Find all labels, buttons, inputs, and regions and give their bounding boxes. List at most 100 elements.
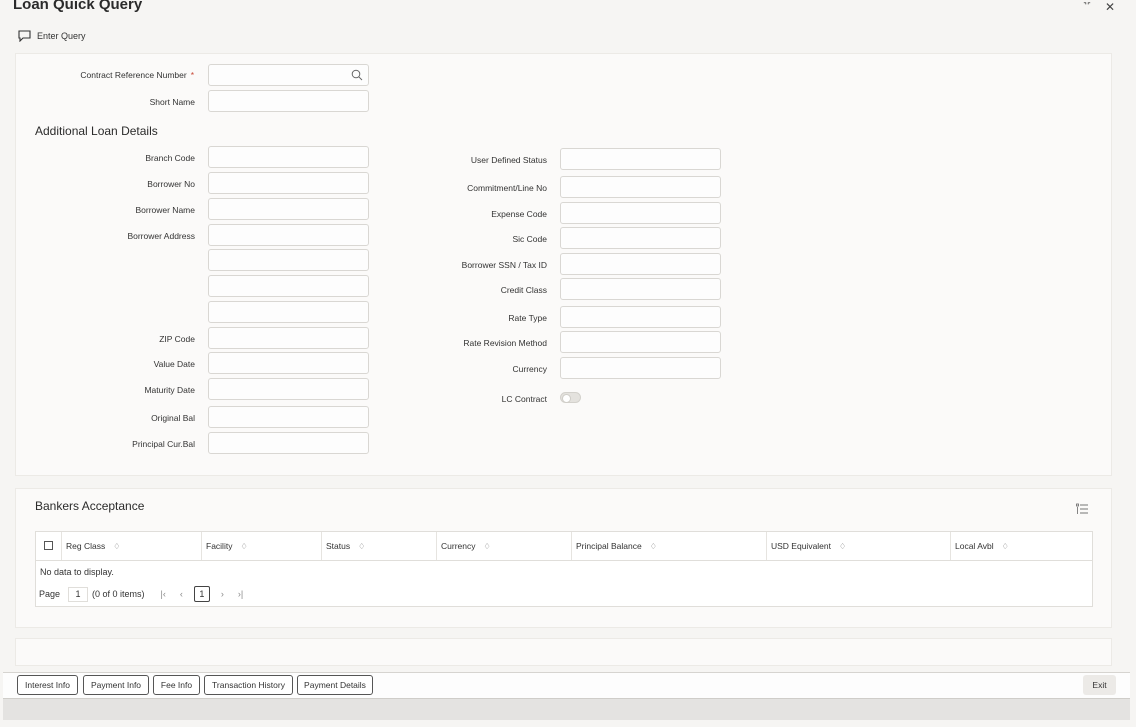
first-page-icon[interactable]: |‹ xyxy=(161,589,166,599)
short-name-label: Short Name xyxy=(149,97,195,107)
next-page-icon[interactable]: › xyxy=(221,589,224,599)
rate-type-input[interactable] xyxy=(560,306,721,328)
loan-quick-query-window: Loan Quick Query ˺˹ ✕ Enter Query Contra… xyxy=(0,0,1136,727)
principal-cur-bal-input[interactable] xyxy=(208,432,369,454)
column-label: Local Avbl xyxy=(955,541,994,551)
borrower-no-label: Borrower No xyxy=(147,179,195,189)
short-name-input[interactable] xyxy=(208,90,369,112)
sort-icon[interactable]: ♢ xyxy=(483,542,490,551)
rate-revision-method-label: Rate Revision Method xyxy=(463,338,547,348)
column-header-reg-class[interactable]: Reg Class ♢ xyxy=(62,532,202,560)
value-date-input[interactable] xyxy=(208,352,369,374)
borrower-ssn-input[interactable] xyxy=(560,253,721,275)
contract-reference-input[interactable] xyxy=(208,64,369,86)
borrower-address-line3-input[interactable] xyxy=(208,275,369,297)
credit-class-label: Credit Class xyxy=(500,285,547,295)
bankers-acceptance-title: Bankers Acceptance xyxy=(35,499,145,513)
select-all-checkbox[interactable] xyxy=(44,541,53,550)
payment-info-button[interactable]: Payment Info xyxy=(83,675,149,695)
commitment-line-no-label: Commitment/Line No xyxy=(467,183,547,193)
column-header-currency[interactable]: Currency ♢ xyxy=(437,532,572,560)
sic-code-label: Sic Code xyxy=(512,234,548,244)
current-page-button[interactable]: 1 xyxy=(193,586,210,602)
maturity-date-label: Maturity Date xyxy=(144,385,195,395)
column-label: Facility xyxy=(206,541,233,551)
column-label: Currency xyxy=(441,541,476,551)
user-defined-status-label: User Defined Status xyxy=(470,155,547,165)
lc-contract-toggle[interactable] xyxy=(560,392,581,403)
interest-info-button[interactable]: Interest Info xyxy=(17,675,78,695)
sort-icon[interactable]: ♢ xyxy=(650,542,657,551)
column-label: Status xyxy=(326,541,351,551)
sort-icon[interactable]: ♢ xyxy=(113,542,120,551)
items-count: (0 of 0 items) xyxy=(92,589,145,599)
rate-type-label: Rate Type xyxy=(508,313,547,323)
transaction-history-button[interactable]: Transaction History xyxy=(204,675,293,695)
column-header-status[interactable]: Status ♢ xyxy=(322,532,437,560)
last-page-icon[interactable]: ›| xyxy=(238,589,243,599)
zip-code-input[interactable] xyxy=(208,327,369,349)
branch-code-label: Branch Code xyxy=(145,153,195,163)
blank-panel xyxy=(15,638,1112,666)
borrower-name-input[interactable] xyxy=(208,198,369,220)
currency-label: Currency xyxy=(512,364,547,374)
empty-table-message: No data to display. xyxy=(40,567,114,577)
original-bal-label: Original Bal xyxy=(151,413,195,423)
borrower-ssn-label: Borrower SSN / Tax ID xyxy=(461,260,547,270)
previous-page-icon[interactable]: ‹ xyxy=(180,589,183,599)
column-label: Reg Class xyxy=(66,541,106,551)
bankers-acceptance-table: Reg Class ♢ Facility ♢ Status ♢ Currency ♢ P… xyxy=(35,531,1093,607)
column-list-icon[interactable] xyxy=(1076,503,1088,515)
borrower-address-line1-input[interactable] xyxy=(208,224,369,246)
column-header-principal-balance[interactable]: Principal Balance ♢ xyxy=(572,532,767,560)
sic-code-input[interactable] xyxy=(560,227,721,249)
zip-code-label: ZIP Code xyxy=(159,334,195,344)
comment-icon xyxy=(18,30,31,42)
borrower-address-line2-input[interactable] xyxy=(208,249,369,271)
page-number-input[interactable]: 1 xyxy=(68,586,89,602)
payment-details-button[interactable]: Payment Details xyxy=(297,675,373,695)
maturity-date-input[interactable] xyxy=(208,378,369,400)
column-header-facility[interactable]: Facility ♢ xyxy=(202,532,322,560)
user-defined-status-input[interactable] xyxy=(560,148,721,170)
sort-icon[interactable]: ♢ xyxy=(839,542,846,551)
fee-info-button[interactable]: Fee Info xyxy=(153,675,200,695)
borrower-address-line4-input[interactable] xyxy=(208,301,369,323)
principal-cur-bal-label: Principal Cur.Bal xyxy=(132,439,195,449)
original-bal-input[interactable] xyxy=(208,406,369,428)
exit-button[interactable]: Exit xyxy=(1083,675,1116,695)
borrower-name-label: Borrower Name xyxy=(135,205,195,215)
column-label: Principal Balance xyxy=(576,541,642,551)
value-date-label: Value Date xyxy=(153,359,195,369)
sort-icon[interactable]: ♢ xyxy=(240,542,247,551)
branch-code-input[interactable] xyxy=(208,146,369,168)
select-all-cell xyxy=(36,532,62,560)
table-pagination: Page 1 (0 of 0 items) |‹ ‹ 1 › ›| xyxy=(39,586,250,602)
lc-contract-label: LC Contract xyxy=(501,394,547,404)
search-icon[interactable] xyxy=(351,69,363,81)
expense-code-input[interactable] xyxy=(560,202,721,224)
status-strip xyxy=(3,698,1130,720)
commitment-line-no-input[interactable] xyxy=(560,176,721,198)
rate-revision-method-input[interactable] xyxy=(560,331,721,353)
additional-loan-details-title: Additional Loan Details xyxy=(35,124,158,138)
page-title: Loan Quick Query xyxy=(13,0,143,13)
enter-query-label: Enter Query xyxy=(37,31,86,41)
credit-class-input[interactable] xyxy=(560,278,721,300)
borrower-no-input[interactable] xyxy=(208,172,369,194)
page-label: Page xyxy=(39,589,61,599)
close-button[interactable]: ✕ xyxy=(1105,0,1115,14)
enter-query-button[interactable]: Enter Query xyxy=(18,30,86,42)
contract-reference-label: Contract Reference Number * xyxy=(80,70,194,80)
required-marker: * xyxy=(190,70,194,80)
sort-icon[interactable]: ♢ xyxy=(1002,542,1009,551)
expense-code-label: Expense Code xyxy=(491,209,547,219)
column-label: USD Equivalent xyxy=(771,541,832,551)
sort-icon[interactable]: ♢ xyxy=(358,542,365,551)
currency-input[interactable] xyxy=(560,357,721,379)
table-header: Reg Class ♢ Facility ♢ Status ♢ Currency ♢ P… xyxy=(36,532,1092,561)
borrower-address-label: Borrower Address xyxy=(127,231,195,241)
column-header-local-avbl[interactable]: Local Avbl ♢ xyxy=(951,532,1093,560)
column-header-usd-equivalent[interactable]: USD Equivalent ♢ xyxy=(767,532,951,560)
minimize-button[interactable]: ˺˹ xyxy=(1083,0,1091,14)
